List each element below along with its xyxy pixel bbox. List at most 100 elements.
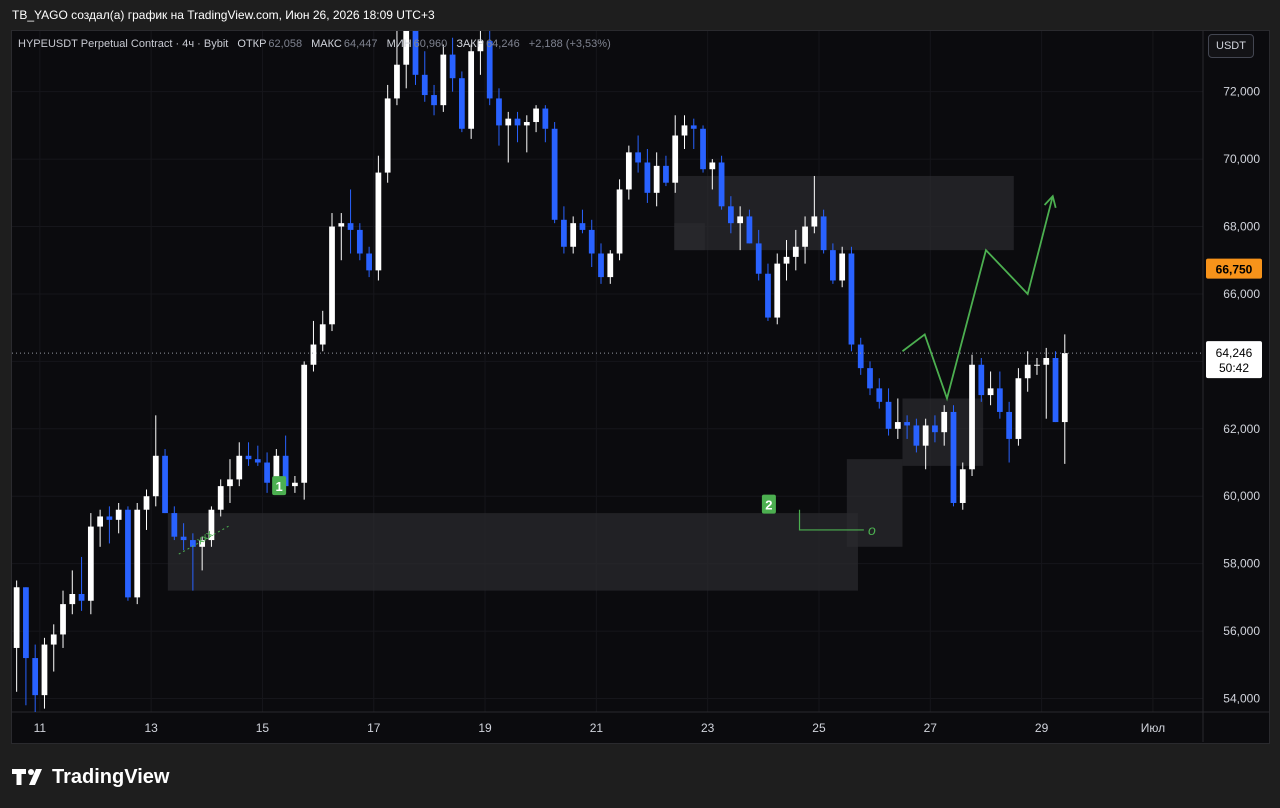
y-tick-label: 70,000: [1223, 152, 1260, 166]
candle-body: [579, 223, 586, 230]
x-tick-label: 17: [367, 721, 381, 735]
close-label: ЗАКР: [456, 38, 485, 50]
close-value: 64,246: [486, 38, 520, 50]
candle-body: [134, 509, 141, 598]
x-tick-label: 11: [34, 721, 47, 735]
x-tick-label: 29: [1035, 721, 1049, 735]
y-tick-label: 72,000: [1223, 85, 1260, 99]
candle-body: [87, 526, 94, 601]
candle-body: [60, 604, 66, 635]
x-tick-label: 13: [144, 721, 158, 735]
candle-body: [625, 152, 632, 190]
open-value: 62,058: [268, 38, 303, 50]
candle-body: [737, 216, 744, 224]
x-tick-label: 19: [478, 721, 492, 735]
symbol-legend: HYPEUSDT Perpetual Contract · 4ч · Bybit…: [18, 38, 611, 50]
candle-body: [727, 206, 734, 224]
candle-body: [839, 253, 846, 281]
symbol-name: HYPEUSDT Perpetual Contract · 4ч · Bybit: [18, 38, 229, 50]
candle-body: [848, 253, 855, 345]
candle-body: [783, 256, 790, 264]
candle-body: [496, 98, 502, 126]
candle-body: [115, 509, 122, 520]
x-tick-label: 23: [701, 721, 715, 735]
candle-body: [709, 162, 716, 170]
candle-body: [802, 226, 808, 247]
candle-body: [292, 482, 298, 487]
candle-body: [904, 422, 910, 426]
candle-body: [765, 273, 771, 318]
candle-body: [570, 223, 577, 247]
candle-body: [347, 223, 354, 230]
tradingview-logo-icon: [12, 769, 42, 785]
zone-box: [167, 513, 858, 591]
candle-body: [125, 509, 131, 598]
candlestick-chart[interactable]: 12xxxo54,00056,00058,00060,00062,00064,0…: [0, 0, 1280, 808]
marker-label-1: 1: [276, 479, 283, 494]
candle-body: [171, 513, 178, 537]
y-tick-label: 56,000: [1223, 624, 1260, 638]
candle-body: [458, 78, 465, 129]
candle-body: [514, 118, 521, 126]
candle-body: [236, 455, 243, 480]
candle-body: [338, 223, 345, 227]
candle-body: [616, 189, 623, 254]
candle-body: [913, 425, 920, 446]
candle-body: [523, 122, 530, 126]
x-tick-label: 15: [256, 721, 270, 735]
y-tick-label: 60,000: [1223, 489, 1260, 503]
x-tick-label: Июл: [1141, 721, 1165, 735]
y-tick-label: 54,000: [1223, 692, 1260, 706]
footer-logo: TradingView: [12, 762, 169, 792]
candle-body: [264, 462, 270, 483]
candle-body: [69, 594, 76, 605]
candle-body: [394, 64, 400, 99]
candle-body: [1043, 358, 1050, 365]
candle-body: [681, 125, 688, 136]
candle-body: [106, 516, 113, 520]
candle-body: [1006, 411, 1013, 439]
candle-body: [505, 118, 512, 126]
candle-body: [13, 587, 20, 648]
candle-body: [978, 364, 985, 396]
high-label: МАКС: [311, 38, 342, 50]
candle-body: [588, 229, 595, 254]
countdown-label: 50:42: [1219, 361, 1249, 375]
candle-body: [820, 216, 827, 251]
candle-body: [50, 634, 57, 645]
y-tick-label: 62,000: [1223, 422, 1260, 436]
candle-body: [857, 344, 864, 369]
candle-body: [922, 425, 929, 446]
currency-button[interactable]: USDT: [1208, 34, 1254, 58]
alert-price-label: 66,750: [1216, 263, 1253, 277]
candle-body: [644, 162, 651, 193]
candle-body: [310, 344, 317, 365]
marker-label-2: 2: [765, 498, 772, 513]
y-tick-label: 68,000: [1223, 220, 1260, 234]
x-tick-label: 25: [812, 721, 826, 735]
candle-body: [969, 364, 975, 470]
candle-body: [746, 216, 753, 244]
low-label: МИН: [386, 38, 412, 50]
candle-body: [254, 459, 261, 463]
candle-body: [635, 152, 641, 163]
candle-body: [792, 246, 799, 257]
low-value: 60,960: [413, 38, 448, 50]
candle-body: [663, 165, 669, 183]
candle-body: [950, 411, 957, 503]
candle-body: [421, 74, 428, 96]
candle-body: [561, 219, 567, 247]
candle-body: [162, 455, 168, 514]
candle-body: [551, 128, 558, 220]
candle-body: [1015, 378, 1022, 439]
candle-body: [329, 226, 335, 325]
candle-body: [431, 95, 437, 106]
candle-body: [690, 125, 697, 129]
candle-body: [811, 216, 818, 227]
open-label: ОТКР: [237, 38, 267, 50]
current-price-label: 64,246: [1216, 346, 1253, 360]
y-tick-label: 58,000: [1223, 557, 1260, 571]
candle-body: [755, 243, 762, 274]
zone-box: [674, 223, 705, 251]
candle-body: [143, 496, 150, 510]
